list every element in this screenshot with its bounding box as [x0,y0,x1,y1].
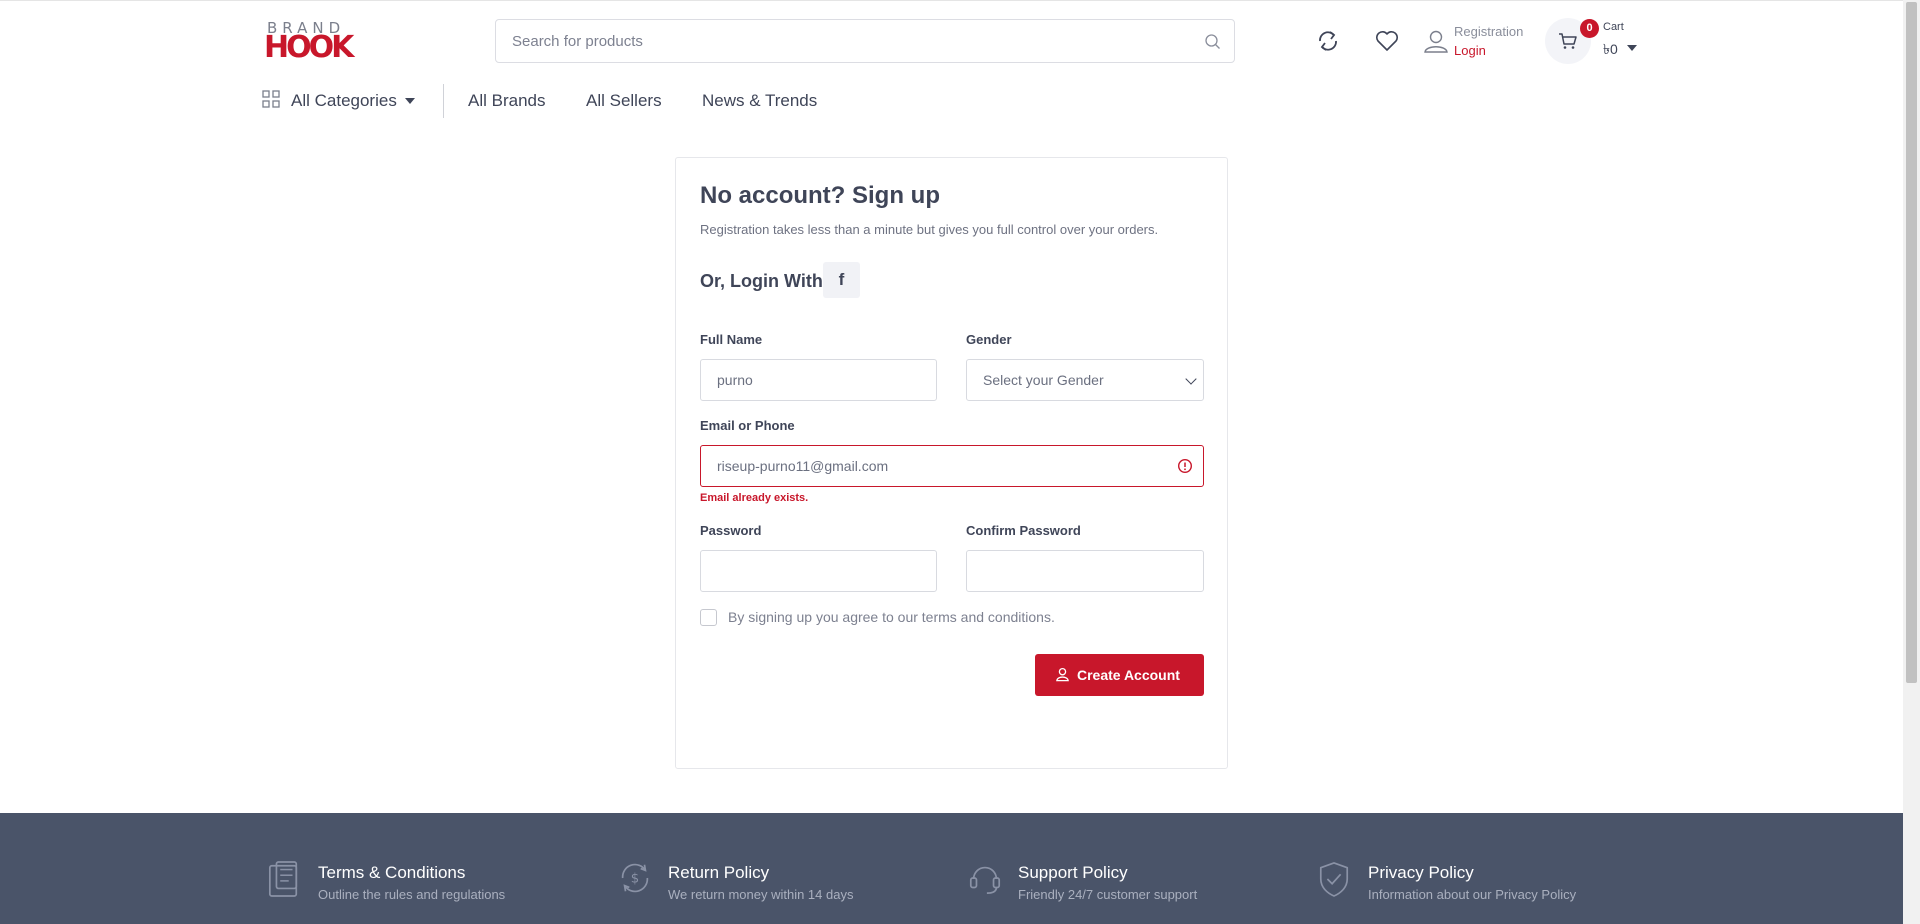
account-links: Registration Login [1454,22,1523,60]
policy-title: Privacy Policy [1368,863,1474,882]
policy-desc: Information about our Privacy Policy [1368,887,1577,902]
nav-all-sellers[interactable]: All Sellers [586,91,662,111]
social-login-label: Or, Login With [700,271,823,291]
facebook-login-button[interactable]: f [823,262,860,298]
create-account-label: Create Account [1077,667,1180,683]
policy-title: Support Policy [1018,863,1128,882]
compare-icon[interactable] [1313,26,1343,56]
heart-icon[interactable] [1372,26,1402,56]
terms-text: By signing up you agree to our terms and… [728,609,1055,625]
search-icon[interactable] [1204,33,1222,51]
page-scrollbar[interactable] [1903,0,1920,924]
facebook-icon: f [838,270,845,289]
confirm-password-label: Confirm Password [966,523,1081,538]
gender-selected-value: Select your Gender [983,372,1104,388]
site-header: BRAND HOOK Registration Login 0 Cart ৳0 [0,0,1903,82]
cart-icon [1559,33,1577,49]
page-title: No account? Sign up [700,182,940,209]
error-alert-icon [1177,458,1193,474]
email-label: Email or Phone [700,418,795,433]
user-add-icon [1056,667,1069,682]
registration-link[interactable]: Registration [1454,22,1523,41]
svg-text:$: $ [631,872,639,887]
gender-select[interactable]: Select your Gender [966,359,1204,401]
policy-desc: We return money within 14 days [668,887,854,902]
cart-dropdown-caret-icon[interactable] [1627,45,1637,51]
cart-count-badge: 0 [1580,19,1599,38]
logo-hook-text: HOOK [264,30,354,65]
nav-news-trends[interactable]: News & Trends [702,91,817,111]
shield-check-icon [1319,862,1349,897]
scrollbar-thumb[interactable] [1906,2,1917,683]
gender-label: Gender [966,332,1012,347]
policy-desc: Friendly 24/7 customer support [1018,887,1198,902]
document-icon [268,861,298,897]
user-icon[interactable] [1421,27,1451,57]
email-error-message: Email already exists. [700,492,809,504]
nav-divider [443,84,444,118]
nav-all-brands[interactable]: All Brands [468,91,545,111]
full-name-label: Full Name [700,332,763,347]
confirm-password-field[interactable] [966,550,1204,592]
cart-label: Cart [1603,21,1624,33]
password-label: Password [700,523,762,538]
cart-amount[interactable]: ৳0 [1603,38,1618,62]
create-account-button[interactable]: Create Account [1035,654,1204,696]
all-categories-button[interactable]: All Categories [291,91,397,111]
email-field[interactable]: riseup-purno11@gmail.com [700,445,1204,487]
headset-icon [969,866,1001,895]
grid-icon [262,90,280,108]
policy-desc: Outline the rules and regulations [318,887,506,902]
search-bar [495,19,1235,63]
email-value: riseup-purno11@gmail.com [717,458,889,474]
signup-card: No account? Sign up Registration takes l… [675,157,1228,769]
full-name-field[interactable]: purno [700,359,937,401]
signup-subtitle: Registration takes less than a minute bu… [700,222,1159,237]
policy-title: Return Policy [668,863,770,882]
categories-caret-icon[interactable] [405,98,415,104]
money-return-icon: $ [621,863,649,893]
password-field[interactable] [700,550,937,592]
terms-checkbox[interactable] [700,609,717,626]
login-link[interactable]: Login [1454,41,1523,60]
search-input[interactable] [496,20,1186,62]
policy-title: Terms & Conditions [318,863,466,882]
select-chevron-down-icon [1185,373,1197,385]
brand-logo[interactable]: BRAND HOOK [264,19,354,63]
main-nav: All Categories All Brands All Sellers Ne… [262,84,962,120]
